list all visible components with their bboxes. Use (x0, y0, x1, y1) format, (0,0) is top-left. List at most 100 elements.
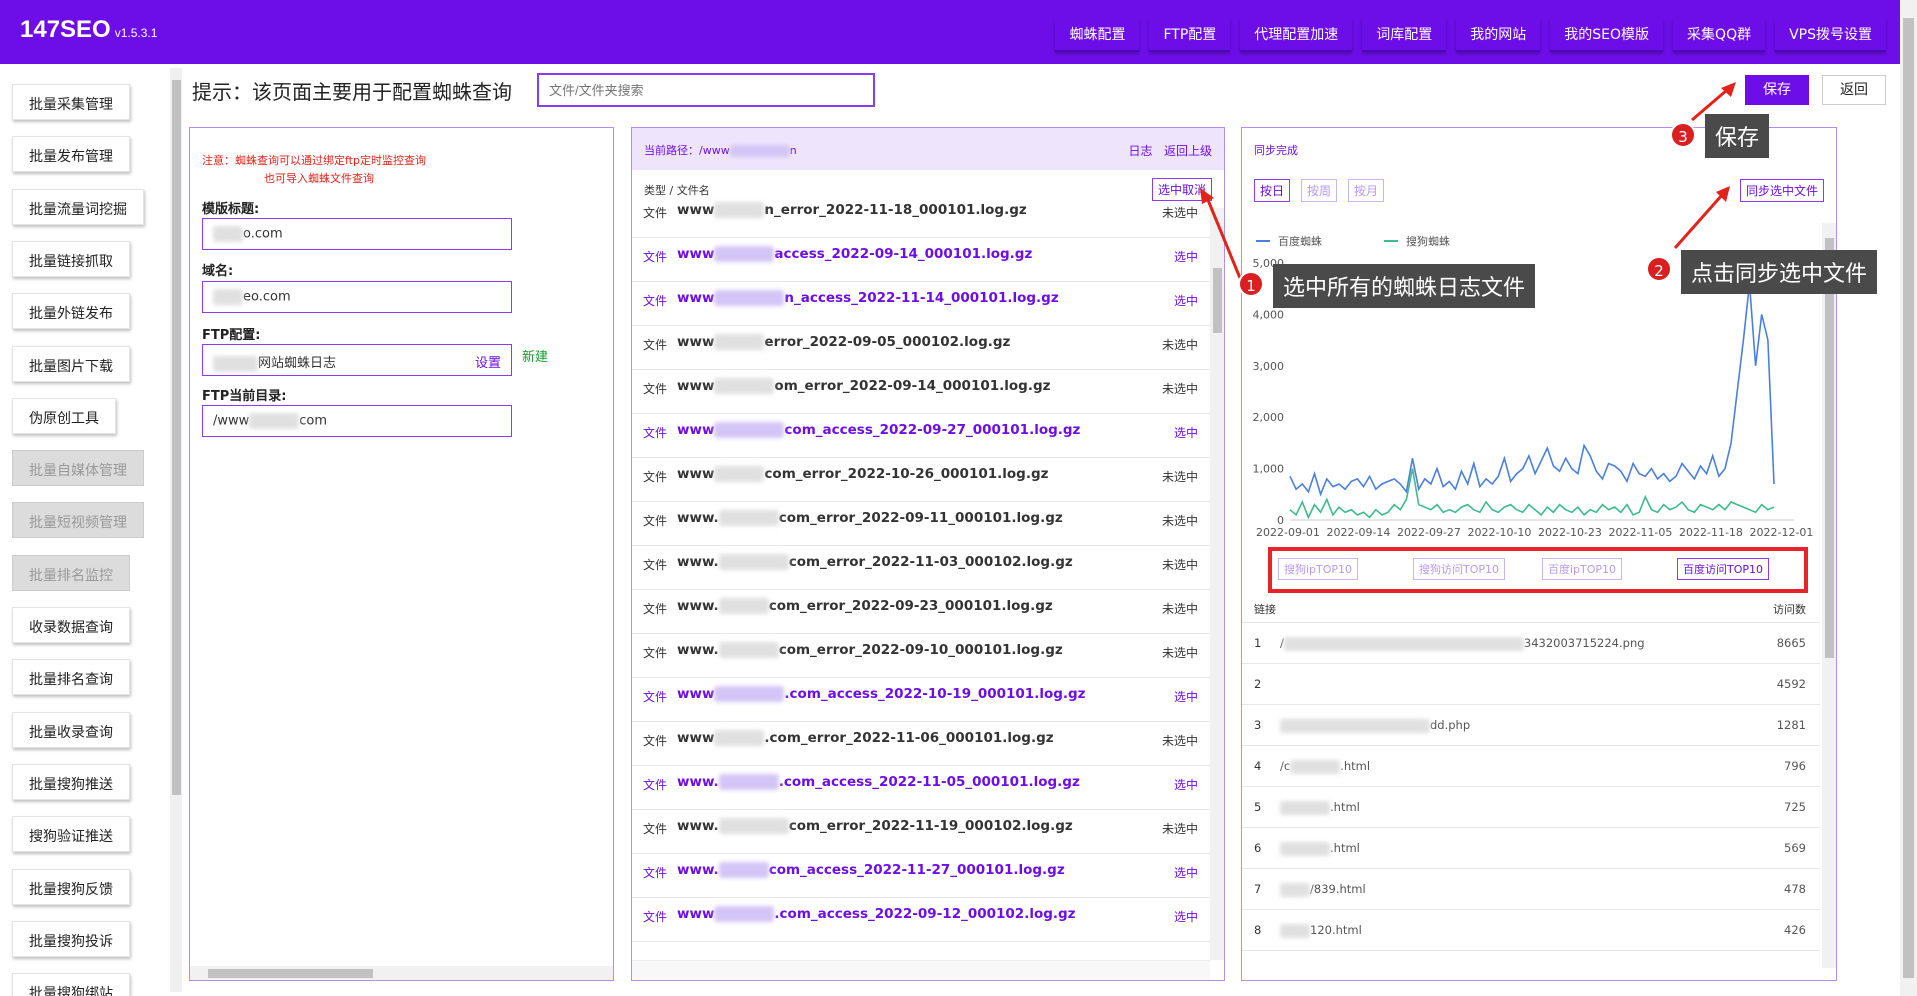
file-list-hscrollbar[interactable] (632, 960, 1210, 980)
ftp-new-link[interactable]: 新建 (522, 346, 548, 365)
file-list-scrollbar[interactable] (1210, 208, 1224, 960)
tab-week[interactable]: 按周 (1301, 179, 1338, 202)
sogou-ip-top10-button[interactable]: 搜狗ipTOP10 (1278, 558, 1359, 580)
file-row[interactable]: 文件 www. com_error_2022-09-11_000101.log.gz… (632, 502, 1210, 546)
row-link[interactable]: .html (1280, 841, 1360, 856)
sogou-visit-top10-button[interactable]: 搜狗访问TOP10 (1413, 558, 1506, 580)
scroll-thumb[interactable] (1825, 238, 1834, 658)
tab-month[interactable]: 按月 (1348, 179, 1385, 202)
file-state[interactable]: 选中 (1174, 908, 1198, 925)
page-scroll-thumb[interactable] (1903, 18, 1914, 978)
nav-item[interactable]: VPS拨号设置 (1775, 18, 1886, 52)
nav-item[interactable]: 采集QQ群 (1673, 18, 1766, 52)
file-row[interactable]: 文件 www n_error_2022-11-18_000101.log.gz 未选中 (632, 194, 1210, 238)
baidu-visit-top10-button[interactable]: 百度访问TOP10 (1677, 558, 1770, 580)
file-state[interactable]: 未选中 (1162, 732, 1198, 749)
table-row[interactable]: 3 dd.php 1281 (1242, 705, 1820, 746)
row-link[interactable]: dd.php (1280, 718, 1470, 733)
table-row[interactable]: 4/c .html 796 (1242, 746, 1820, 787)
sidebar-item[interactable]: 批量发布管理 (12, 136, 130, 173)
domain-input[interactable]: eo.com (202, 281, 512, 313)
config-hscrollbar[interactable] (190, 966, 613, 980)
nav-item[interactable]: 词库配置 (1362, 18, 1447, 52)
file-row[interactable]: 文件 www com_access_2022-09-27_000101.log.gz… (632, 414, 1210, 458)
sidebar-item[interactable]: 批量链接抓取 (12, 240, 130, 277)
sidebar-item[interactable]: 批量排名查询 (12, 659, 130, 696)
file-state[interactable]: 选中 (1174, 776, 1198, 793)
file-row[interactable]: 文件 www. .com_access_2022-11-05_000101.log.… (632, 766, 1210, 810)
table-row[interactable]: 1/3432003715224.png 8665 (1242, 623, 1820, 664)
log-link[interactable]: 日志 (1129, 144, 1153, 158)
row-link[interactable]: /c .html (1280, 759, 1370, 774)
file-row[interactable]: 文件 www n_access_2022-11-14_000101.log.gz 选中 (632, 282, 1210, 326)
file-row[interactable]: 文件 www .com_error_2022-11-06_000101.log.gz… (632, 722, 1210, 766)
file-state[interactable]: 未选中 (1162, 512, 1198, 529)
sidebar-item[interactable]: 批量流量词挖掘 (12, 188, 144, 225)
file-row[interactable]: 文件 www. com_error_2022-09-23_000101.log.gz… (632, 590, 1210, 634)
file-state[interactable]: 选中 (1174, 248, 1198, 265)
parent-dir-link[interactable]: 返回上级 (1164, 144, 1212, 158)
file-row[interactable]: 文件 www error_2022-09-05_000102.log.gz 未选中 (632, 326, 1210, 370)
file-state[interactable]: 未选中 (1162, 204, 1198, 221)
file-state[interactable]: 选中 (1174, 688, 1198, 705)
row-link[interactable]: .html (1280, 800, 1360, 815)
sidebar-item[interactable]: 伪原创工具 (12, 397, 116, 434)
sync-selected-button[interactable]: 同步选中文件 (1739, 179, 1824, 202)
template-title-input[interactable]: o.com (202, 218, 512, 250)
file-search-input[interactable] (537, 73, 875, 107)
sidebar-item[interactable]: 批量排名监控 (12, 554, 130, 591)
nav-item[interactable]: 代理配置加速 (1240, 18, 1353, 52)
table-row[interactable]: 5 .html 725 (1242, 787, 1820, 828)
nav-item[interactable]: 我的网站 (1456, 18, 1541, 52)
sidebar-item[interactable]: 批量搜狗绑站 (12, 973, 130, 996)
table-row[interactable]: 8 120.html 426 (1242, 910, 1820, 951)
sidebar-item[interactable]: 批量搜狗投诉 (12, 920, 130, 957)
nav-item[interactable]: 蜘蛛配置 (1055, 18, 1140, 52)
back-button[interactable]: 返回 (1822, 75, 1886, 105)
file-state[interactable]: 选中 (1174, 292, 1198, 309)
sidebar-item[interactable]: 收录数据查询 (12, 607, 130, 643)
scroll-thumb[interactable] (1213, 268, 1222, 333)
sidebar-item[interactable]: 批量收录查询 (12, 711, 130, 748)
file-state[interactable]: 选中 (1174, 424, 1198, 441)
sidebar-item[interactable]: 批量外链发布 (12, 293, 130, 330)
stats-scrollbar[interactable] (1822, 223, 1836, 968)
file-row[interactable]: 文件 www access_2022-09-14_000101.log.gz 选中 (632, 238, 1210, 282)
row-link[interactable]: /3432003715224.png (1280, 636, 1645, 651)
file-row[interactable]: 文件 www .com_access_2022-10-19_000101.log.g… (632, 678, 1210, 722)
row-link[interactable]: 120.html (1280, 923, 1362, 938)
sidebar-item[interactable]: 批量自媒体管理 (12, 450, 144, 487)
sidebar-item[interactable]: 批量图片下载 (12, 345, 130, 382)
table-row[interactable]: 7/839.html 478 (1242, 869, 1820, 910)
file-row[interactable]: 文件 www. com_error_2022-09-10_000101.log.gz… (632, 634, 1210, 678)
ftp-dir-input[interactable]: /www com (202, 405, 512, 437)
nav-item[interactable]: 我的SEO模版 (1550, 18, 1664, 52)
baidu-ip-top10-button[interactable]: 百度ipTOP10 (1542, 558, 1623, 580)
file-state[interactable]: 未选中 (1162, 820, 1198, 837)
file-state[interactable]: 选中 (1174, 864, 1198, 881)
file-state[interactable]: 未选中 (1162, 336, 1198, 353)
sidebar-scroll-thumb[interactable] (172, 80, 181, 795)
nav-item[interactable]: FTP配置 (1149, 18, 1231, 52)
sidebar-item[interactable]: 批量搜狗推送 (12, 763, 130, 800)
ftp-config-select[interactable]: 网站蜘蛛日志 设置 (202, 344, 512, 376)
table-row[interactable]: 2 4592 (1242, 664, 1820, 705)
file-state[interactable]: 未选中 (1162, 600, 1198, 617)
sidebar-item[interactable]: 批量短视频管理 (12, 502, 144, 539)
file-row[interactable]: 文件 www. com_error_2022-11-19_000102.log.gz… (632, 810, 1210, 854)
file-row[interactable]: 文件 www. com_access_2022-11-27_000101.log.g… (632, 854, 1210, 898)
file-state[interactable]: 未选中 (1162, 644, 1198, 661)
file-row[interactable]: 文件 www com_error_2022-10-26_000101.log.gz 未… (632, 458, 1210, 502)
table-row[interactable]: 6 .html 569 (1242, 828, 1820, 869)
sidebar-item[interactable]: 批量搜狗反馈 (12, 868, 130, 905)
ftp-set-link[interactable]: 设置 (475, 352, 501, 371)
file-state[interactable]: 未选中 (1162, 468, 1198, 485)
file-row[interactable]: 文件 www om_error_2022-09-14_000101.log.gz 未选… (632, 370, 1210, 414)
file-state[interactable]: 未选中 (1162, 556, 1198, 573)
sidebar-item[interactable]: 批量采集管理 (12, 84, 130, 120)
file-state[interactable]: 未选中 (1162, 380, 1198, 397)
save-button[interactable]: 保存 (1745, 75, 1809, 105)
row-link[interactable]: /839.html (1280, 882, 1366, 897)
scroll-thumb[interactable] (208, 969, 373, 978)
sidebar-item[interactable]: 搜狗验证推送 (12, 816, 130, 853)
